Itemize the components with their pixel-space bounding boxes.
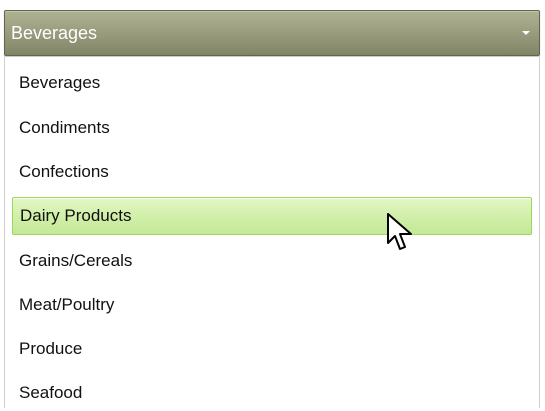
selected-category-value: Beverages (11, 23, 98, 43)
list-item-meat-poultry[interactable]: Meat/Poultry (12, 286, 532, 324)
list-item-seafood[interactable]: Seafood (12, 374, 532, 411)
list-item-dairy-products[interactable]: Dairy Products (12, 197, 532, 235)
list-item-beverages[interactable]: Beverages (12, 64, 532, 102)
list-item-produce[interactable]: Produce (12, 330, 532, 368)
list-item-condiments[interactable]: Condiments (12, 109, 532, 147)
combo-box-header[interactable]: Beverages (4, 10, 540, 56)
chevron-down-icon[interactable] (522, 31, 530, 35)
category-list-panel: Beverages Condiments Confections Dairy P… (4, 57, 540, 408)
list-item-confections[interactable]: Confections (12, 153, 532, 191)
list-item-grains-cereals[interactable]: Grains/Cereals (12, 242, 532, 280)
category-dropdown[interactable]: Beverages Beverages Condiments Confectio… (4, 10, 540, 408)
screenshot-canvas: Beverages Beverages Condiments Confectio… (0, 0, 545, 411)
category-list: Beverages Condiments Confections Dairy P… (5, 57, 539, 408)
